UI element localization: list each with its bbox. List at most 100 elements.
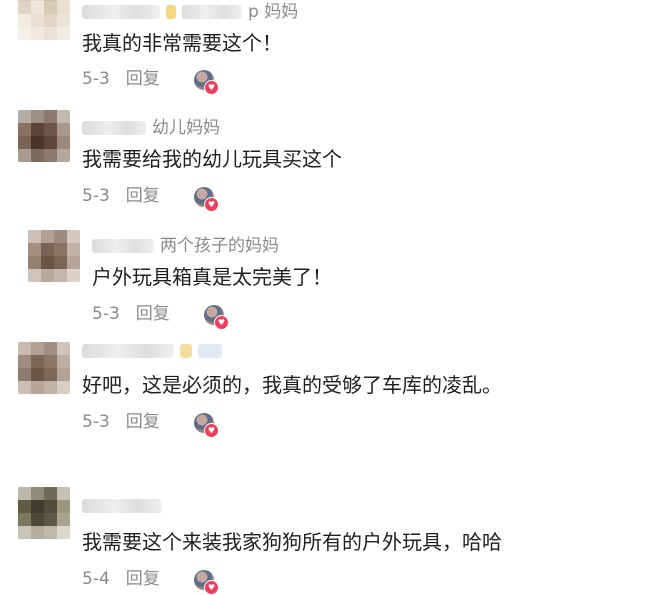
avatar-pixel bbox=[44, 123, 57, 136]
avatar-pixel bbox=[18, 342, 31, 355]
comment-meta: 5-3 回复 bbox=[82, 185, 160, 207]
avatar-pixel bbox=[31, 381, 44, 394]
avatar-pixel bbox=[67, 243, 80, 256]
avatar-pixel bbox=[44, 149, 57, 162]
comment-meta: 5-3 回复 bbox=[82, 68, 160, 90]
avatar-pixel bbox=[31, 14, 44, 27]
comment-date: 5-3 bbox=[82, 412, 110, 432]
avatar-pixel bbox=[57, 136, 70, 149]
avatar-pixel bbox=[67, 230, 80, 243]
avatar-pixel bbox=[31, 27, 44, 40]
avatar-pixel bbox=[54, 269, 67, 282]
avatar-pixel bbox=[31, 526, 44, 539]
comment-item: 好吧，这是必须的，我真的受够了车库的凌乱。 5-3 回复 ♥ bbox=[0, 340, 672, 460]
avatar-pixel bbox=[57, 513, 70, 526]
avatar-pixel bbox=[31, 136, 44, 149]
author-liked-badge: ♥ bbox=[194, 70, 219, 95]
comment-meta: 5-4 回复 bbox=[82, 568, 160, 590]
avatar-pixel bbox=[18, 381, 31, 394]
avatar-pixel bbox=[44, 342, 57, 355]
avatar-pixel bbox=[44, 500, 57, 513]
avatar-pixel bbox=[31, 355, 44, 368]
comment-text: 我需要给我的幼儿玩具买这个 bbox=[82, 147, 342, 171]
comment-item: p 妈妈 我真的非常需要这个！ 5-3 回复 ♥ bbox=[0, 0, 672, 100]
avatar-pixel bbox=[57, 123, 70, 136]
avatar-pixel bbox=[18, 500, 31, 513]
avatar-pixel bbox=[44, 14, 57, 27]
avatar-pixel bbox=[57, 342, 70, 355]
comment-item: 我需要这个来装我家狗狗所有的户外玩具，哈哈 5-4 回复 ♥ bbox=[0, 485, 672, 595]
comment-item: 两个孩子的妈妈 户外玩具箱真是太完美了！ 5-3 回复 ♥ bbox=[0, 230, 672, 340]
avatar-pixel bbox=[31, 368, 44, 381]
avatar-pixel bbox=[18, 136, 31, 149]
comment-date: 5-3 bbox=[92, 304, 120, 324]
avatar-pixel bbox=[67, 256, 80, 269]
heart-icon: ♥ bbox=[204, 580, 219, 595]
comment-date: 5-3 bbox=[82, 186, 110, 206]
reply-button[interactable]: 回复 bbox=[126, 412, 160, 432]
avatar-pixel bbox=[57, 381, 70, 394]
avatar-pixel bbox=[57, 355, 70, 368]
avatar-pixel bbox=[18, 1, 31, 14]
avatar-pixel bbox=[57, 487, 70, 500]
avatar-pixel bbox=[44, 368, 57, 381]
comment-item: 幼儿妈妈 我需要给我的幼儿玩具买这个 5-3 回复 ♥ bbox=[0, 110, 672, 220]
author-name[interactable] bbox=[82, 344, 222, 358]
avatar-pixel bbox=[18, 149, 31, 162]
avatar-pixel bbox=[28, 230, 41, 243]
comment-date: 5-3 bbox=[82, 69, 110, 89]
avatar-pixel bbox=[57, 1, 70, 14]
avatar-pixel bbox=[31, 149, 44, 162]
author-name[interactable] bbox=[82, 499, 162, 513]
author-liked-badge: ♥ bbox=[194, 570, 219, 595]
heart-icon: ♥ bbox=[204, 423, 219, 438]
heart-icon: ♥ bbox=[204, 80, 219, 95]
avatar-pixel bbox=[41, 243, 54, 256]
avatar-pixel bbox=[44, 27, 57, 40]
reply-button[interactable]: 回复 bbox=[126, 569, 160, 589]
avatar-pixel bbox=[18, 110, 31, 123]
reply-button[interactable]: 回复 bbox=[126, 186, 160, 206]
avatar-pixel bbox=[31, 487, 44, 500]
author-liked-badge: ♥ bbox=[204, 305, 229, 330]
avatar-pixel bbox=[28, 269, 41, 282]
avatar-pixel bbox=[57, 14, 70, 27]
reply-button[interactable]: 回复 bbox=[126, 69, 160, 89]
comment-date: 5-4 bbox=[82, 569, 110, 589]
avatar-pixel bbox=[44, 487, 57, 500]
avatar[interactable] bbox=[18, 487, 70, 539]
avatar-pixel bbox=[41, 269, 54, 282]
avatar-pixel bbox=[54, 230, 67, 243]
avatar[interactable] bbox=[28, 230, 80, 282]
avatar-pixel bbox=[28, 243, 41, 256]
comment-text: 我真的非常需要这个！ bbox=[82, 31, 282, 55]
avatar[interactable] bbox=[18, 0, 70, 40]
avatar-pixel bbox=[41, 230, 54, 243]
comment-text: 我需要这个来装我家狗狗所有的户外玩具，哈哈 bbox=[82, 530, 502, 554]
author-name[interactable]: p 妈妈 bbox=[82, 2, 298, 22]
author-liked-badge: ♥ bbox=[194, 187, 219, 212]
heart-icon: ♥ bbox=[214, 315, 229, 330]
avatar-pixel bbox=[57, 149, 70, 162]
avatar-pixel bbox=[18, 487, 31, 500]
avatar-pixel bbox=[67, 269, 80, 282]
avatar-pixel bbox=[54, 243, 67, 256]
avatar-pixel bbox=[31, 342, 44, 355]
avatar-pixel bbox=[57, 110, 70, 123]
comment-text: 好吧，这是必须的，我真的受够了车库的凌乱。 bbox=[82, 373, 502, 397]
avatar-pixel bbox=[31, 123, 44, 136]
avatar-pixel bbox=[44, 110, 57, 123]
avatar-pixel bbox=[57, 368, 70, 381]
avatar-pixel bbox=[18, 14, 31, 27]
author-name[interactable]: 幼儿妈妈 bbox=[82, 118, 220, 138]
avatar[interactable] bbox=[18, 110, 70, 162]
avatar[interactable] bbox=[18, 342, 70, 394]
avatar-pixel bbox=[57, 27, 70, 40]
author-name[interactable]: 两个孩子的妈妈 bbox=[92, 236, 279, 256]
author-liked-badge: ♥ bbox=[194, 413, 219, 438]
comment-meta: 5-3 回复 bbox=[82, 411, 160, 433]
heart-icon: ♥ bbox=[204, 197, 219, 212]
avatar-pixel bbox=[31, 110, 44, 123]
reply-button[interactable]: 回复 bbox=[136, 304, 170, 324]
avatar-pixel bbox=[57, 526, 70, 539]
